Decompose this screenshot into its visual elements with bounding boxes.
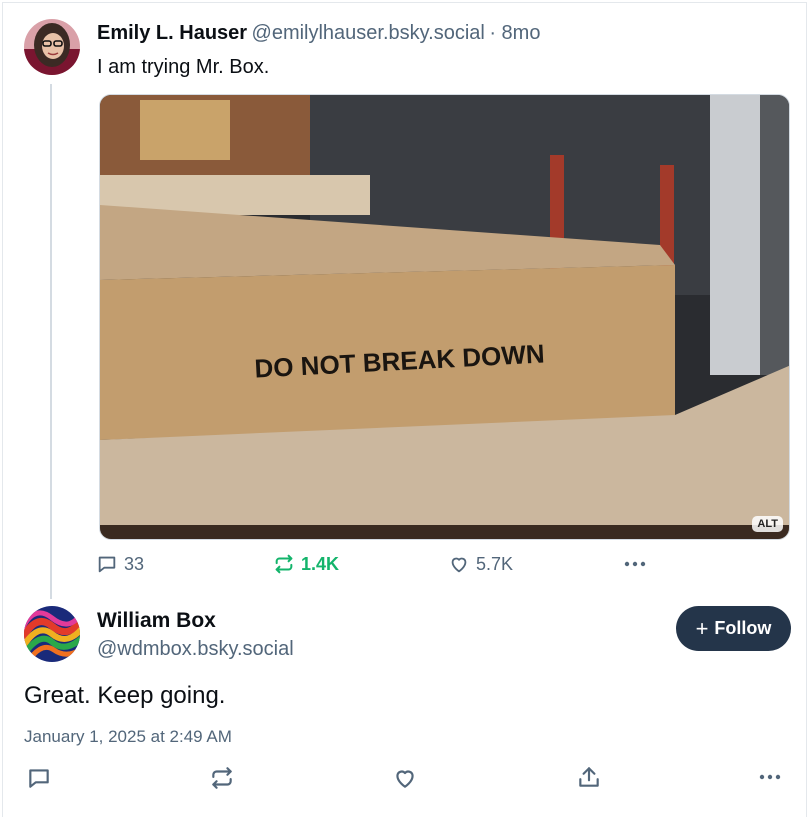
post-timestamp[interactable]: January 1, 2025 at 2:49 AM (24, 727, 232, 747)
more-button[interactable] (622, 553, 648, 575)
repost-icon[interactable] (209, 765, 235, 791)
author-name[interactable]: William Box (97, 609, 216, 633)
author-name[interactable]: Emily L. Hauser (97, 22, 247, 44)
post-text: Great. Keep going. (24, 682, 226, 709)
more-icon (622, 553, 648, 575)
alt-badge[interactable]: ALT (752, 516, 783, 532)
repost-button[interactable]: 1.4K (273, 553, 339, 575)
post-image[interactable]: DO NOT BREAK DOWN ALT (99, 94, 790, 540)
post-text: I am trying Mr. Box. (97, 56, 270, 78)
follow-button[interactable]: + Follow (676, 606, 791, 651)
like-icon (448, 553, 470, 575)
avatar[interactable] (24, 606, 80, 662)
more-icon[interactable] (757, 766, 783, 788)
like-count: 5.7K (476, 553, 514, 574)
share-icon[interactable] (576, 764, 602, 790)
reply-icon[interactable] (26, 765, 52, 791)
reply-icon (96, 553, 118, 575)
photo-box: DO NOT BREAK DOWN (100, 95, 789, 539)
repost-icon (273, 553, 295, 575)
parent-post-header: Emily L. Hauser @emilylhauser.bsky.socia… (97, 22, 540, 45)
thread-line (50, 84, 52, 599)
repost-count: 1.4K (301, 553, 340, 574)
author-handle[interactable]: @wdmbox.bsky.social (97, 638, 294, 661)
like-icon[interactable] (392, 765, 418, 791)
reply-button[interactable]: 33 (96, 553, 144, 575)
reply-count: 33 (124, 553, 145, 574)
plus-icon: + (695, 615, 709, 641)
author-handle[interactable]: @emilylhauser.bsky.social (252, 22, 485, 44)
post-timestamp[interactable]: · 8mo (489, 22, 540, 44)
follow-label: Follow (714, 618, 772, 638)
avatar[interactable] (24, 19, 80, 75)
like-button[interactable]: 5.7K (448, 553, 513, 575)
